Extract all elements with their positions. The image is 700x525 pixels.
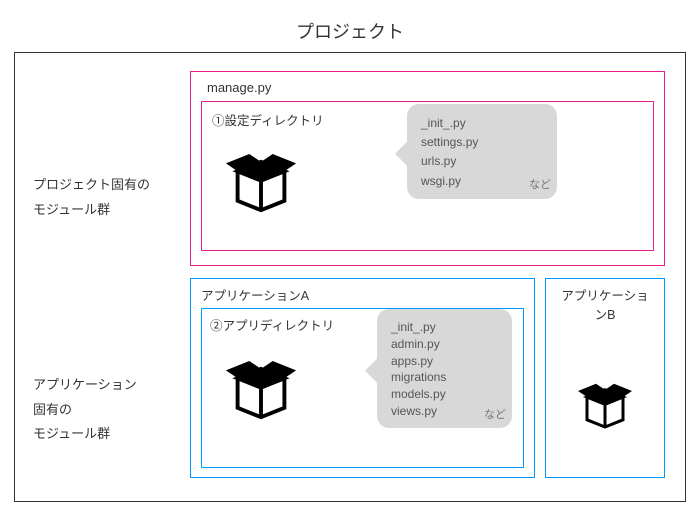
file-name: urls.py — [421, 152, 543, 171]
label-line: 固有の — [33, 398, 173, 423]
label-line: モジュール群 — [33, 198, 173, 223]
config-files-bubble: _init_.py settings.py urls.py wsgi.py など — [407, 104, 557, 199]
label-line: アプリケーション — [33, 373, 173, 398]
manage-py-label: manage.py — [207, 80, 654, 95]
applications-row: アプリケーションA ②アプリディレクトリ _init_.py admin.py … — [190, 278, 665, 478]
file-name: settings.py — [421, 133, 543, 152]
application-b-box: アプリケーションB — [545, 278, 665, 478]
file-name: _init_.py — [421, 114, 543, 133]
app-module-label: アプリケーション 固有の モジュール群 — [33, 373, 173, 447]
app-directory-box: ②アプリディレクトリ _init_.py admin.py apps.py mi… — [201, 308, 524, 468]
app-files-bubble: _init_.py admin.py apps.py migrations mo… — [377, 309, 512, 428]
application-a-box: アプリケーションA ②アプリディレクトリ _init_.py admin.py … — [190, 278, 535, 478]
file-name: migrations — [391, 369, 498, 386]
label-line: モジュール群 — [33, 422, 173, 447]
project-container: manage.py ①設定ディレクトリ _init_.py settings.p… — [190, 71, 665, 266]
project-module-label: プロジェクト固有の モジュール群 — [33, 173, 173, 222]
file-name: admin.py — [391, 336, 498, 353]
project-outer-box: プロジェクト固有の モジュール群 アプリケーション 固有の モジュール群 man… — [14, 52, 686, 502]
file-name: views.py — [391, 403, 498, 420]
file-name: apps.py — [391, 353, 498, 370]
open-box-icon — [222, 347, 300, 428]
open-box-icon — [222, 140, 300, 221]
etc-label: など — [484, 408, 506, 423]
page-title: プロジェクト — [0, 0, 700, 52]
app-a-title: アプリケーションA — [201, 285, 524, 304]
file-name: wsgi.py — [421, 172, 543, 191]
file-name: models.py — [391, 386, 498, 403]
label-line: プロジェクト固有の — [33, 173, 173, 198]
app-b-title: アプリケーションB — [556, 285, 654, 323]
file-name: _init_.py — [391, 319, 498, 336]
config-directory-box: ①設定ディレクトリ _init_.py settings.py urls.py … — [201, 101, 654, 251]
open-box-icon — [556, 373, 654, 436]
etc-label: など — [529, 177, 551, 195]
